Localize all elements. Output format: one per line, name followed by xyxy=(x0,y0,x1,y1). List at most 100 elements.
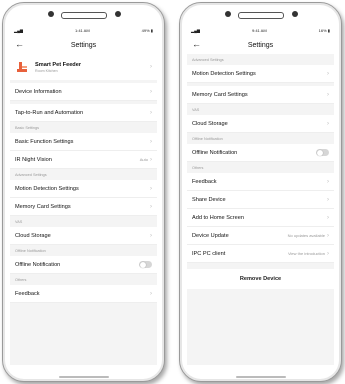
chevron-right-icon: › xyxy=(327,214,329,221)
share-device-row[interactable]: Share Device › xyxy=(187,191,334,209)
row-label: Motion Detection Settings xyxy=(192,70,256,77)
chevron-right-icon: › xyxy=(150,88,152,95)
chevron-right-icon: › xyxy=(327,250,329,257)
chevron-right-icon: › xyxy=(150,203,152,210)
nav-bar: ← Settings xyxy=(187,36,334,54)
settings-screen-right: ▂▄▆ 9:41 AM 16% ▮ ← Settings Advanced Se… xyxy=(187,25,334,365)
chevron-right-icon: › xyxy=(150,64,152,70)
device-room: Room Kitchen xyxy=(35,68,58,73)
battery-icon: ▮ xyxy=(150,28,153,33)
offline-notification-toggle[interactable] xyxy=(316,149,329,156)
row-label: Motion Detection Settings xyxy=(15,185,79,192)
back-arrow-icon[interactable]: ← xyxy=(192,39,201,49)
home-indicator xyxy=(235,376,286,378)
memory-card-row[interactable]: Memory Card Settings › xyxy=(10,198,157,216)
chevron-right-icon: › xyxy=(150,138,152,145)
section-header-others: Others xyxy=(10,274,157,285)
chevron-right-icon: › xyxy=(327,196,329,203)
offline-notification-row: Offline Notification xyxy=(10,256,157,274)
row-label: Memory Card Settings xyxy=(15,203,71,210)
remove-device-button[interactable]: Remove Device xyxy=(187,269,334,289)
page-title: Settings xyxy=(70,41,97,49)
signal-icon: ▂▄▆ xyxy=(191,28,200,33)
row-value: Auto xyxy=(139,157,148,162)
chevron-right-icon: › xyxy=(150,156,152,163)
signal-icon: ▂▄▆ xyxy=(14,28,23,33)
home-indicator xyxy=(58,376,109,378)
row-label: Offline Notification xyxy=(15,261,61,268)
chevron-right-icon: › xyxy=(150,185,152,192)
row-label: Feedback xyxy=(15,290,40,297)
chevron-right-icon: › xyxy=(327,120,329,127)
pet-feeder-icon xyxy=(17,62,27,72)
nav-bar: ← Settings xyxy=(10,36,157,54)
phone-frame-left: ▂▄▆ 1:41 AM 49% ▮ ← Settings Smart Pet F… xyxy=(2,2,165,382)
feedback-row[interactable]: Feedback › xyxy=(187,173,334,191)
cloud-storage-row[interactable]: Cloud Storage › xyxy=(10,227,157,245)
section-header-offline: Offline Notification xyxy=(187,133,334,144)
basic-function-row[interactable]: Basic Function Settings › xyxy=(10,133,157,151)
battery-percent: 49% xyxy=(141,28,150,33)
chevron-right-icon: › xyxy=(327,70,329,77)
status-time: 9:41 AM xyxy=(251,28,267,33)
device-information-row[interactable]: Device Information › xyxy=(10,83,157,101)
add-to-home-screen-row[interactable]: Add to Home Screen › xyxy=(187,209,334,227)
chevron-right-icon: › xyxy=(327,178,329,185)
device-update-row[interactable]: Device Update No updates available › xyxy=(187,227,334,245)
ir-night-vision-row[interactable]: IR Night Vision Auto › xyxy=(10,151,157,169)
row-label: Memory Card Settings xyxy=(192,91,248,98)
memory-card-row[interactable]: Memory Card Settings › xyxy=(187,86,334,104)
status-bar: ▂▄▆ 1:41 AM 49% ▮ xyxy=(10,25,157,36)
status-time: 1:41 AM xyxy=(74,28,90,33)
device-name: Smart Pet Feeder xyxy=(35,61,82,68)
section-header-basic: Basic Settings xyxy=(10,122,157,133)
page-title: Settings xyxy=(247,41,274,49)
section-header-advanced: Advanced Settings xyxy=(10,169,157,180)
motion-detection-row[interactable]: Motion Detection Settings › xyxy=(187,65,334,83)
chevron-right-icon: › xyxy=(150,109,152,116)
sensor-dot-icon xyxy=(292,11,298,17)
camera-dot-icon xyxy=(48,11,54,17)
ipc-pc-client-row[interactable]: IPC PC client View the introduction › xyxy=(187,245,334,263)
row-label: IPC PC client xyxy=(192,250,226,257)
row-label: Add to Home Screen xyxy=(192,214,244,221)
chevron-right-icon: › xyxy=(327,232,329,239)
chevron-right-icon: › xyxy=(150,290,152,297)
row-label: Offline Notification xyxy=(192,149,238,156)
cloud-storage-row[interactable]: Cloud Storage › xyxy=(187,115,334,133)
section-header-vas: VAS xyxy=(10,216,157,227)
row-label: Cloud Storage xyxy=(192,120,228,127)
phone-frame-right: ▂▄▆ 9:41 AM 16% ▮ ← Settings Advanced Se… xyxy=(179,2,342,382)
row-label: Feedback xyxy=(192,178,217,185)
section-header-advanced: Advanced Settings xyxy=(187,54,334,65)
offline-notification-toggle[interactable] xyxy=(139,261,152,268)
row-value: No updates available xyxy=(287,233,325,238)
status-bar: ▂▄▆ 9:41 AM 16% ▮ xyxy=(187,25,334,36)
feedback-row[interactable]: Feedback › xyxy=(10,285,157,303)
offline-notification-row: Offline Notification xyxy=(187,144,334,162)
battery-percent: 16% xyxy=(318,28,327,33)
row-label: Cloud Storage xyxy=(15,232,51,239)
row-label: Share Device xyxy=(192,196,226,203)
row-label: Device Information xyxy=(15,88,62,95)
settings-screen-left: ▂▄▆ 1:41 AM 49% ▮ ← Settings Smart Pet F… xyxy=(10,25,157,365)
row-value: View the introduction xyxy=(287,251,325,256)
row-label: Tap-to-Run and Automation xyxy=(15,109,84,116)
device-card[interactable]: Smart Pet Feeder Room Kitchen › xyxy=(10,54,157,80)
section-header-others: Others xyxy=(187,162,334,173)
motion-detection-row[interactable]: Motion Detection Settings › xyxy=(10,180,157,198)
row-label: Device Update xyxy=(192,232,229,239)
row-label: IR Night Vision xyxy=(15,156,52,163)
speaker-grille xyxy=(237,12,284,19)
speaker-grille xyxy=(60,12,107,19)
chevron-right-icon: › xyxy=(150,232,152,239)
section-header-offline: Offline Notification xyxy=(10,245,157,256)
back-arrow-icon[interactable]: ← xyxy=(15,39,24,49)
row-label: Basic Function Settings xyxy=(15,138,74,145)
chevron-right-icon: › xyxy=(327,91,329,98)
camera-dot-icon xyxy=(225,11,231,17)
tap-to-run-row[interactable]: Tap-to-Run and Automation › xyxy=(10,104,157,122)
battery-icon: ▮ xyxy=(327,28,330,33)
sensor-dot-icon xyxy=(115,11,121,17)
section-header-vas: VAS xyxy=(187,104,334,115)
